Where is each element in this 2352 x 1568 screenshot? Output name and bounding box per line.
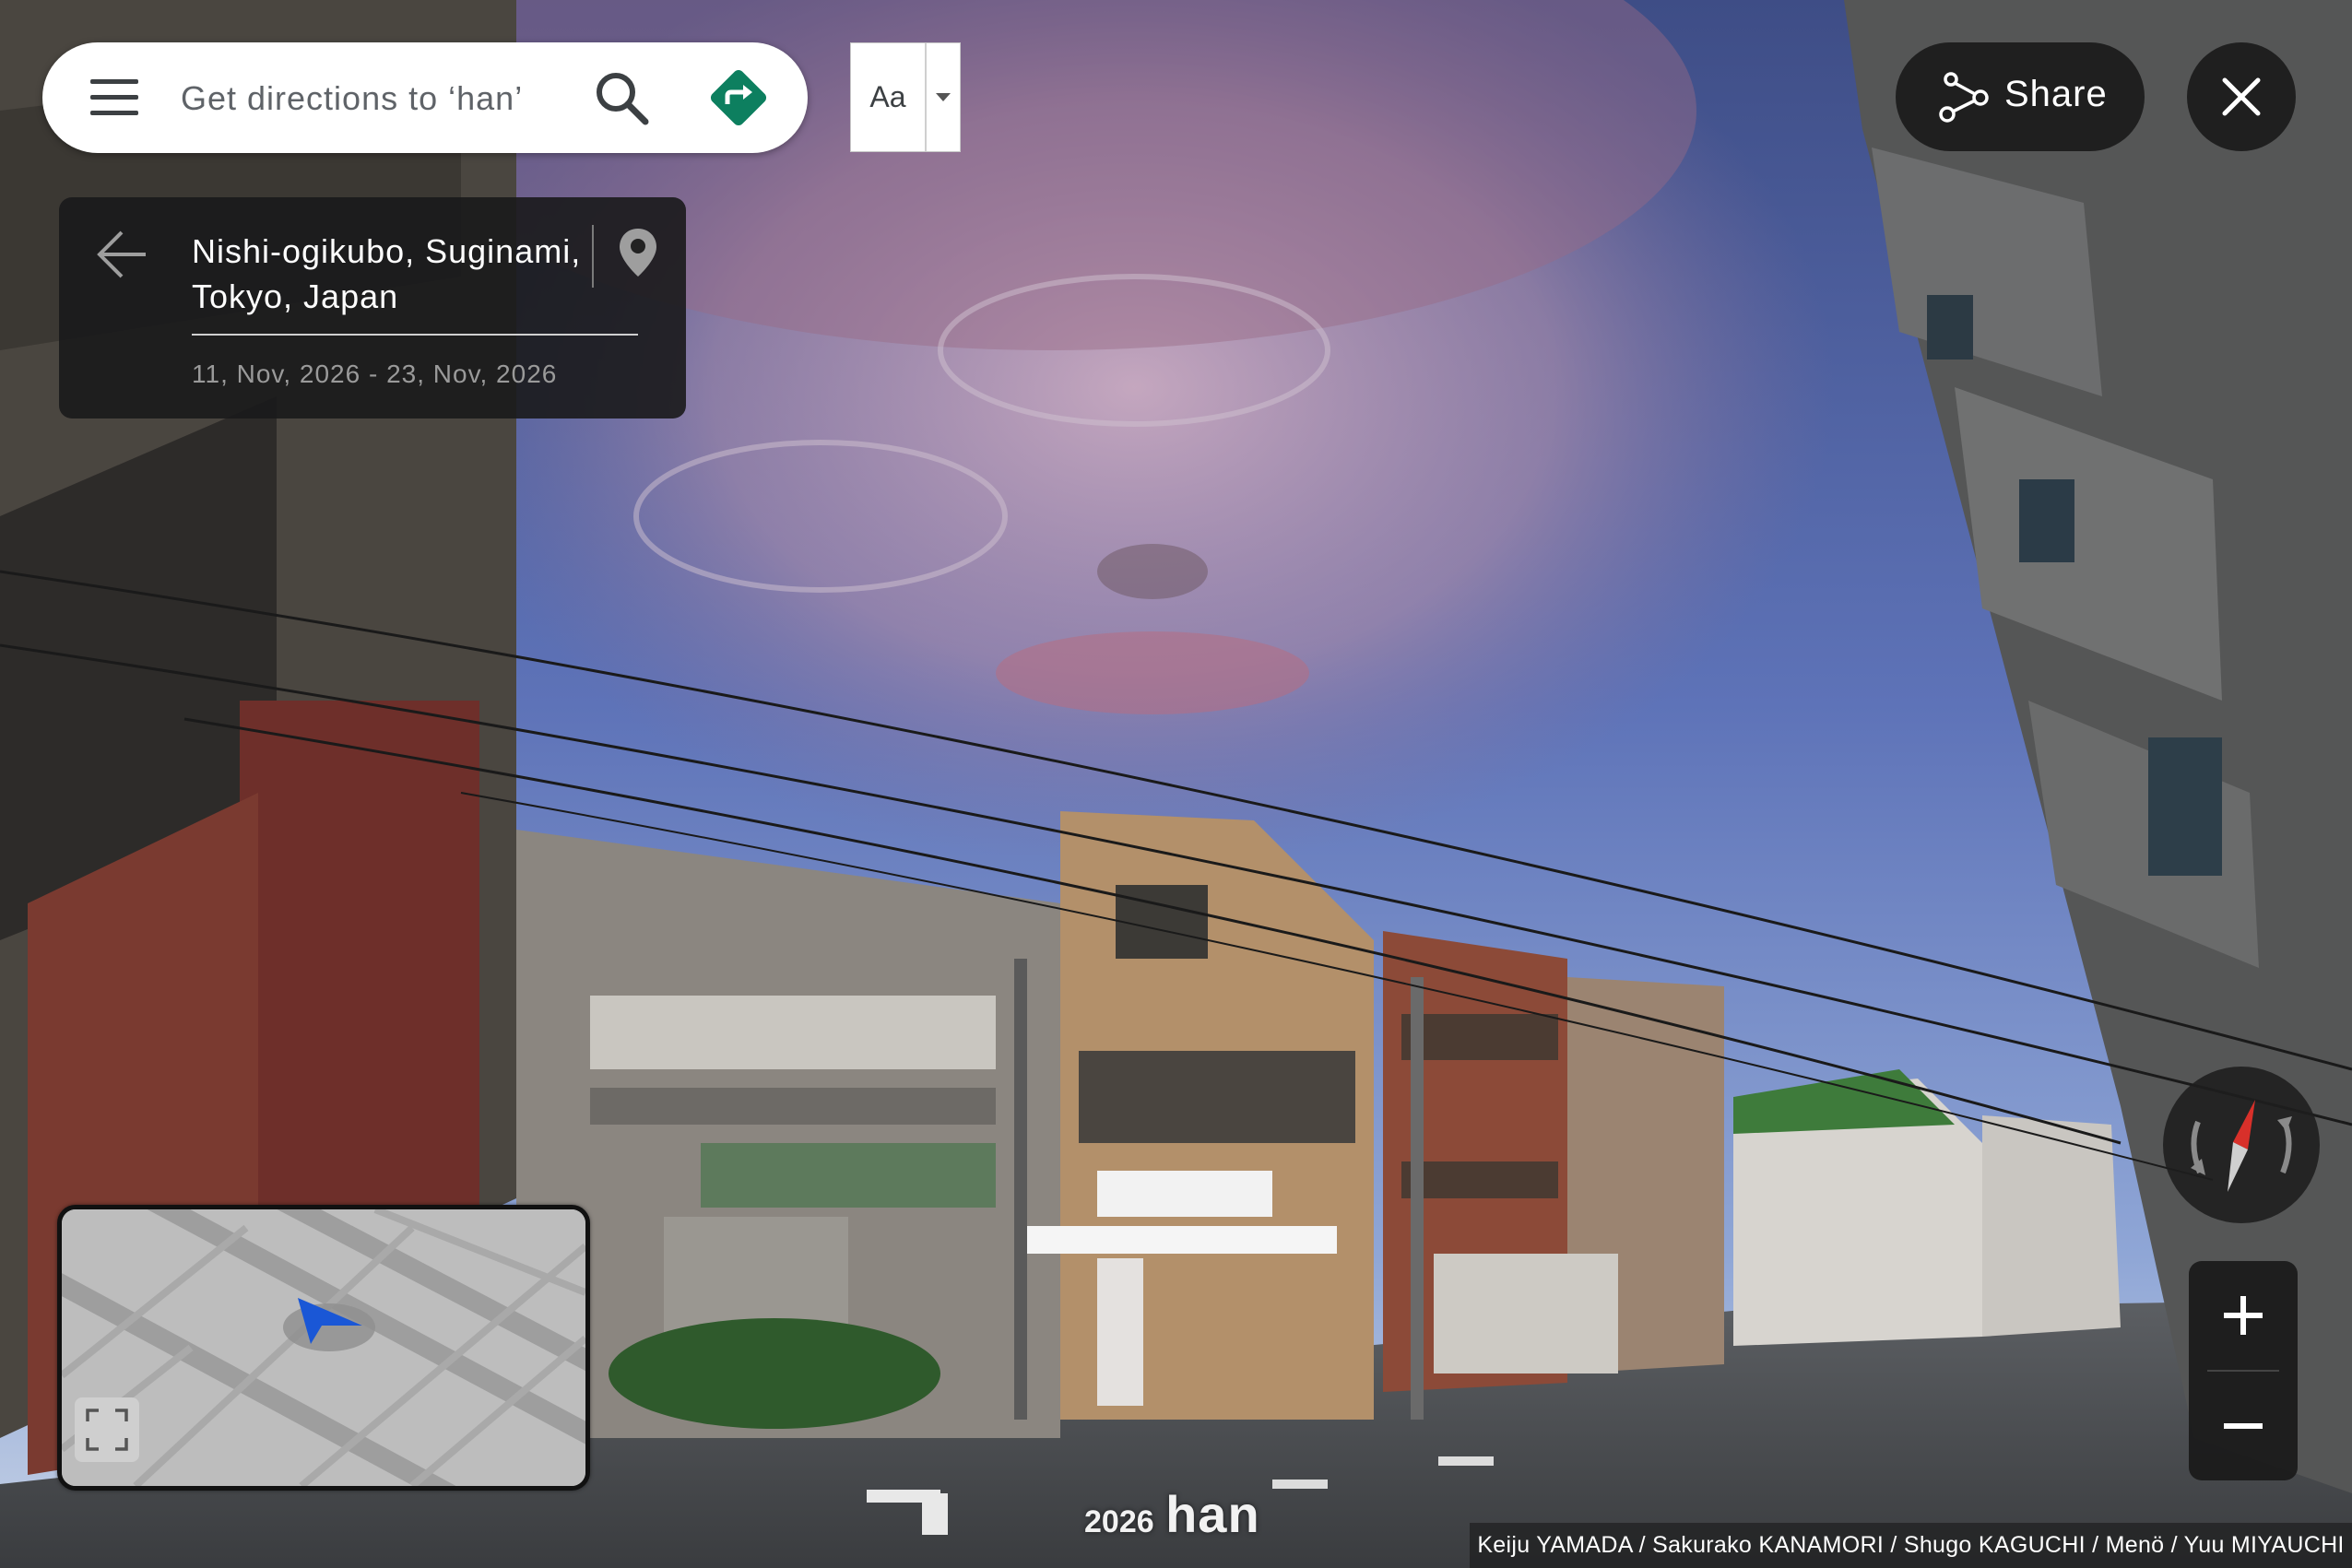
zoom-control [2189,1261,2298,1480]
close-icon [2222,77,2261,116]
share-label: Share [2004,74,2108,114]
place-name: Nishi-ogikubo, Suginami, Tokyo, Japan [192,232,582,315]
minimap[interactable] [57,1205,590,1491]
share-icon [1939,72,1989,123]
card-divider [592,225,594,288]
share-button[interactable]: Share [1896,42,2145,151]
watermark: 2026 han [1084,1484,1260,1544]
position-arrow-icon [298,1298,362,1344]
font-size-dropdown[interactable] [927,43,960,151]
caret-down-icon [936,92,951,101]
search-icon[interactable] [592,68,651,127]
close-button[interactable] [2187,42,2296,151]
font-size-button[interactable]: Aa [851,43,927,151]
back-arrow-icon[interactable] [94,227,149,282]
watermark-year: 2026 [1084,1504,1154,1539]
watermark-name: han [1165,1485,1260,1543]
date-range: 11, Nov, 2026 - 23, Nov, 2026 [192,360,558,388]
location-info-card: Nishi-ogikubo, Suginami, Tokyo, Japan 11… [59,197,686,419]
minimap-streets [62,1209,585,1486]
minus-icon [2224,1423,2263,1429]
font-size-toggle: Aa [850,42,961,152]
image-credits: Keiju YAMADA / Sakurako KANAMORI / Shugo… [1470,1523,2352,1568]
search-input[interactable] [179,61,616,136]
search-bar [42,42,808,153]
location-pin-icon[interactable] [612,225,664,280]
menu-icon[interactable] [90,77,138,118]
card-underline [192,334,638,336]
expand-minimap-button[interactable] [75,1397,139,1462]
zoom-out-button[interactable] [2189,1372,2298,1480]
compass-icon [2191,1100,2292,1192]
compass-button[interactable] [2163,1067,2320,1223]
zoom-in-button[interactable] [2189,1261,2298,1370]
expand-icon [86,1409,128,1451]
directions-icon[interactable] [706,65,771,130]
plus-icon [2224,1296,2263,1335]
